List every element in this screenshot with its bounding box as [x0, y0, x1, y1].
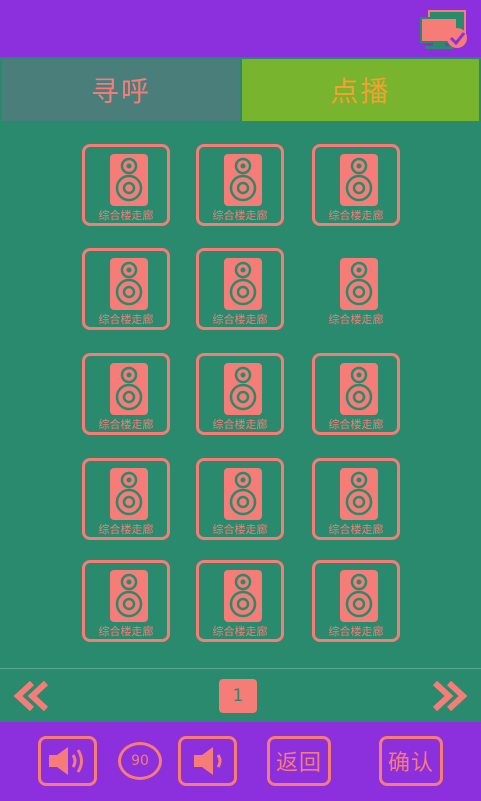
volume-down-icon	[193, 747, 221, 775]
confirm-button[interactable]: 确认	[379, 736, 443, 786]
speaker-icon	[110, 570, 148, 622]
speaker-card[interactable]: 综合楼走廊	[196, 458, 284, 540]
speaker-card[interactable]: 综合楼走廊	[196, 144, 284, 226]
volume-level: 90	[118, 742, 162, 780]
speaker-card[interactable]: 综合楼走廊	[312, 144, 400, 226]
speaker-card[interactable]: 综合楼走廊	[196, 560, 284, 642]
speaker-grid: 综合楼走廊 综合楼走廊 综合楼走廊 综合楼走廊 综合楼走廊 综合楼走廊 综合楼走廊 综合楼走廊…	[0, 123, 481, 668]
speaker-card[interactable]: 综合楼走廊	[82, 144, 170, 226]
speaker-icon	[340, 570, 378, 622]
speaker-icon	[110, 468, 148, 520]
volume-up-icon	[48, 747, 83, 775]
speaker-label: 综合楼走廊	[328, 625, 384, 638]
speaker-icon	[340, 363, 378, 415]
speaker-label: 综合楼走廊	[328, 523, 384, 536]
mode-tabs: 寻呼 点播	[0, 57, 481, 123]
speaker-label: 综合楼走廊	[212, 625, 268, 638]
speaker-label: 综合楼走廊	[212, 418, 268, 431]
speaker-label: 综合楼走廊	[212, 523, 268, 536]
monitor-check-icon[interactable]	[419, 10, 469, 50]
speaker-card[interactable]: 综合楼走廊	[312, 560, 400, 642]
speaker-card[interactable]: 综合楼走廊	[312, 458, 400, 540]
speaker-label: 综合楼走廊	[328, 313, 384, 326]
speaker-label: 综合楼走廊	[328, 418, 384, 431]
speaker-label: 综合楼走廊	[98, 625, 154, 638]
speaker-card[interactable]: 综合楼走廊	[82, 560, 170, 642]
control-bar: 90 返回 确认	[0, 722, 481, 801]
speaker-label: 综合楼走廊	[98, 313, 154, 326]
speaker-card[interactable]: 综合楼走廊	[312, 248, 400, 330]
speaker-card[interactable]: 综合楼走廊	[82, 353, 170, 435]
speaker-icon	[340, 154, 378, 206]
tab-page[interactable]: 寻呼	[2, 59, 240, 121]
speaker-icon	[110, 258, 148, 310]
speaker-icon	[224, 363, 262, 415]
speaker-card[interactable]: 综合楼走廊	[82, 458, 170, 540]
speaker-label: 综合楼走廊	[98, 418, 154, 431]
double-chevron-left-icon[interactable]	[12, 681, 52, 711]
speaker-icon	[340, 468, 378, 520]
top-bar	[0, 0, 481, 57]
tab-broadcast[interactable]: 点播	[242, 59, 479, 121]
speaker-card[interactable]: 综合楼走廊	[312, 353, 400, 435]
back-button[interactable]: 返回	[267, 736, 331, 786]
speaker-icon	[224, 468, 262, 520]
speaker-icon	[224, 258, 262, 310]
speaker-icon	[224, 154, 262, 206]
speaker-card[interactable]: 综合楼走廊	[196, 353, 284, 435]
speaker-card[interactable]: 综合楼走廊	[196, 248, 284, 330]
speaker-label: 综合楼走廊	[98, 209, 154, 222]
pagination: 1	[0, 668, 481, 723]
volume-up-button[interactable]	[38, 736, 97, 786]
speaker-label: 综合楼走廊	[212, 209, 268, 222]
volume-down-button[interactable]	[178, 736, 237, 786]
speaker-icon	[340, 258, 378, 310]
speaker-icon	[224, 570, 262, 622]
current-page: 1	[219, 679, 257, 713]
speaker-label: 综合楼走廊	[328, 209, 384, 222]
speaker-card[interactable]: 综合楼走廊	[82, 248, 170, 330]
speaker-label: 综合楼走廊	[212, 313, 268, 326]
speaker-label: 综合楼走廊	[98, 523, 154, 536]
speaker-icon	[110, 154, 148, 206]
speaker-icon	[110, 363, 148, 415]
double-chevron-right-icon[interactable]	[429, 681, 469, 711]
